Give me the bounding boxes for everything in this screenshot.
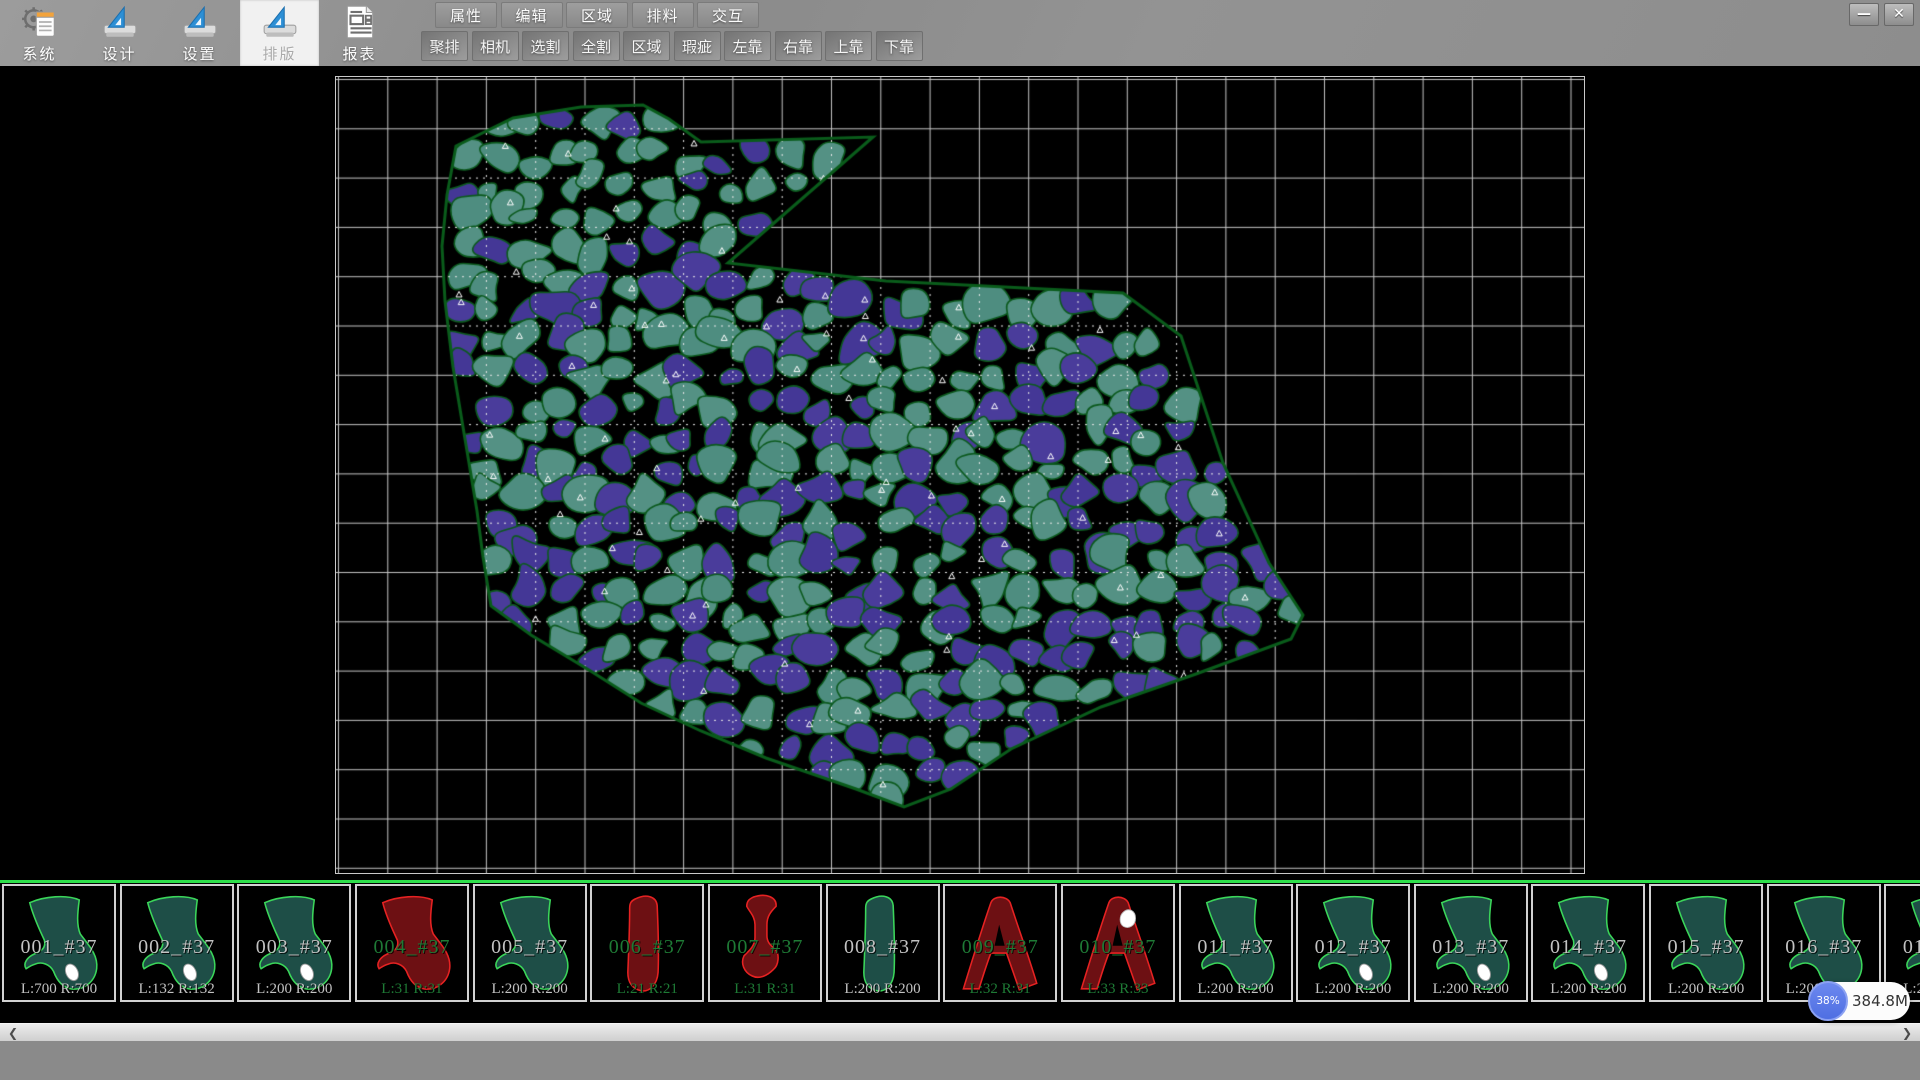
piece-tile-013_#37[interactable]: 013_#37 L:200 R:200 bbox=[1414, 884, 1528, 1002]
tile-name: 004_#37 bbox=[357, 936, 467, 959]
tile-lr-values: L:31 R:31 bbox=[357, 981, 467, 998]
piece-tile-012_#37[interactable]: 012_#37 L:200 R:200 bbox=[1296, 884, 1410, 1002]
tile-name: 017_#37 bbox=[1886, 936, 1920, 959]
tool-button-2[interactable]: 相机 bbox=[472, 31, 519, 61]
nesting-canvas[interactable] bbox=[336, 77, 1584, 873]
main-toolbar-label: 排版 bbox=[262, 43, 296, 64]
tile-name: 003_#37 bbox=[239, 936, 349, 959]
workspace bbox=[0, 66, 1920, 880]
piece-tile-006_#37[interactable]: 006_#37 L:21 R:21 bbox=[590, 884, 704, 1002]
main-toolbar-label: 系统 bbox=[22, 43, 56, 64]
piece-tile-005_#37[interactable]: 005_#37 L:200 R:200 bbox=[473, 884, 587, 1002]
main-toolbar-button-3[interactable]: 设置 bbox=[160, 0, 239, 66]
piece-tile-011_#37[interactable]: 011_#37 L:200 R:200 bbox=[1179, 884, 1293, 1002]
scroll-right-button[interactable]: ❯ bbox=[1896, 1024, 1918, 1042]
nesting-canvas-panel bbox=[335, 76, 1585, 874]
tile-name: 011_#37 bbox=[1181, 936, 1291, 959]
tile-name: 016_#37 bbox=[1769, 936, 1879, 959]
report-document-icon bbox=[341, 3, 379, 41]
piece-tile-004_#37[interactable]: 004_#37 L:31 R:31 bbox=[355, 884, 469, 1002]
menu-button-2[interactable]: 编辑 bbox=[501, 2, 563, 28]
tile-name: 006_#37 bbox=[592, 936, 702, 959]
tile-name: 008_#37 bbox=[828, 936, 938, 959]
menu-button-5[interactable]: 交互 bbox=[697, 2, 759, 28]
menu-button-1[interactable]: 属性 bbox=[435, 2, 497, 28]
piece-tile-008_#37[interactable]: 008_#37 L:200 R:200 bbox=[826, 884, 940, 1002]
tile-name: 013_#37 bbox=[1416, 936, 1526, 959]
piece-tile-010_#37[interactable]: 010_#37 L:33 R:33 bbox=[1061, 884, 1175, 1002]
system-gear-icon bbox=[21, 3, 59, 41]
tile-lr-values: L:200 R:200 bbox=[1651, 981, 1761, 998]
main-toolbar-button-4[interactable]: 排版 bbox=[240, 0, 319, 66]
piece-tile-007_#37[interactable]: 007_#37 L:31 R:31 bbox=[708, 884, 822, 1002]
tile-name: 009_#37 bbox=[945, 936, 1055, 959]
tile-name: 002_#37 bbox=[122, 936, 232, 959]
design-ruler-icon bbox=[101, 3, 139, 41]
tool-button-3[interactable]: 选割 bbox=[522, 31, 569, 61]
main-toolbar-label: 报表 bbox=[342, 43, 376, 64]
piece-tile-003_#37[interactable]: 003_#37 L:200 R:200 bbox=[237, 884, 351, 1002]
tool-button-1[interactable]: 聚排 bbox=[421, 31, 468, 61]
tile-lr-values: L:200 R:200 bbox=[1533, 981, 1643, 998]
main-toolbar-label: 设计 bbox=[102, 43, 136, 64]
menu-button-4[interactable]: 排料 bbox=[632, 2, 694, 28]
main-toolbar-button-2[interactable]: 设计 bbox=[80, 0, 159, 66]
window-controls: — ✕ bbox=[1849, 3, 1914, 26]
tile-name: 014_#37 bbox=[1533, 936, 1643, 959]
tile-lr-values: L:700 R:700 bbox=[4, 981, 114, 998]
tile-lr-values: L:32 R:31 bbox=[945, 981, 1055, 998]
tile-lr-values: L:31 R:31 bbox=[710, 981, 820, 998]
main-toolbar-button-5[interactable]: 报表 bbox=[320, 0, 399, 66]
usage-percent-badge: 38% bbox=[1808, 981, 1848, 1021]
title-toolbar: 系统设计设置排版报表 属性编辑区域排料交互 聚排相机选割全割区域瑕疵左靠右靠上靠… bbox=[0, 0, 1920, 66]
memory-badge[interactable]: 38% 384.8M bbox=[1810, 982, 1910, 1020]
tile-lr-values: L:132 R:132 bbox=[122, 981, 232, 998]
tiles-row: 001_#37 L:700 R:700 002_#37 L:132 R:132 003_… bbox=[0, 883, 1920, 1004]
settings-ruler-icon bbox=[181, 3, 219, 41]
tile-name: 012_#37 bbox=[1298, 936, 1408, 959]
tile-lr-values: L:200 R:200 bbox=[1298, 981, 1408, 998]
tool-button-5[interactable]: 区域 bbox=[623, 31, 670, 61]
status-footer bbox=[0, 1041, 1920, 1080]
tile-lr-values: L:200 R:200 bbox=[1181, 981, 1291, 998]
tile-lr-values: L:200 R:200 bbox=[475, 981, 585, 998]
main-toolbar-button-1[interactable]: 系统 bbox=[0, 0, 79, 66]
minimize-button[interactable]: — bbox=[1849, 3, 1879, 26]
tile-name: 015_#37 bbox=[1651, 936, 1761, 959]
piece-tile-002_#37[interactable]: 002_#37 L:132 R:132 bbox=[120, 884, 234, 1002]
tile-lr-values: L:200 R:200 bbox=[239, 981, 349, 998]
pieces-strip: 001_#37 L:700 R:700 002_#37 L:132 R:132 003_… bbox=[0, 880, 1920, 1023]
tile-lr-values: L:200 R:200 bbox=[828, 981, 938, 998]
tool-button-9[interactable]: 上靠 bbox=[825, 31, 872, 61]
memory-value: 384.8M bbox=[1852, 982, 1908, 1020]
tool-button-8[interactable]: 右靠 bbox=[775, 31, 822, 61]
piece-tile-001_#37[interactable]: 001_#37 L:700 R:700 bbox=[2, 884, 116, 1002]
menu-button-3[interactable]: 区域 bbox=[566, 2, 628, 28]
tile-lr-values: L:33 R:33 bbox=[1063, 981, 1173, 998]
tool-button-7[interactable]: 左靠 bbox=[724, 31, 771, 61]
scroll-left-button[interactable]: ❮ bbox=[2, 1024, 24, 1042]
tool-button-4[interactable]: 全割 bbox=[573, 31, 620, 61]
main-toolbar-label: 设置 bbox=[182, 43, 216, 64]
piece-tile-015_#37[interactable]: 015_#37 L:200 R:200 bbox=[1649, 884, 1763, 1002]
tool-button-10[interactable]: 下靠 bbox=[876, 31, 923, 61]
piece-tile-014_#37[interactable]: 014_#37 L:200 R:200 bbox=[1531, 884, 1645, 1002]
piece-tile-009_#37[interactable]: 009_#37 L:32 R:31 bbox=[943, 884, 1057, 1002]
tile-name: 005_#37 bbox=[475, 936, 585, 959]
horizontal-scrollbar[interactable]: ❮ ❯ bbox=[0, 1023, 1920, 1041]
tile-lr-values: L:21 R:21 bbox=[592, 981, 702, 998]
tile-name: 007_#37 bbox=[710, 936, 820, 959]
tile-name: 001_#37 bbox=[4, 936, 114, 959]
close-button[interactable]: ✕ bbox=[1884, 3, 1914, 26]
tile-lr-values: L:200 R:200 bbox=[1416, 981, 1526, 998]
tile-name: 010_#37 bbox=[1063, 936, 1173, 959]
tool-button-6[interactable]: 瑕疵 bbox=[674, 31, 721, 61]
layout-ruler-icon bbox=[261, 3, 299, 41]
